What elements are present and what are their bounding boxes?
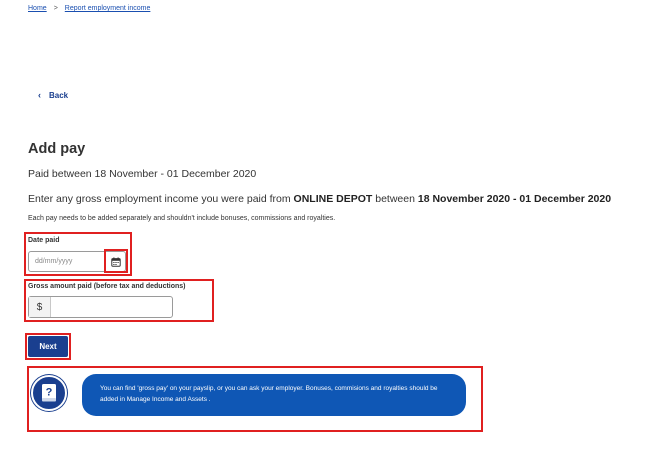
- intro-prefix: Enter any gross employment income you we…: [28, 193, 291, 205]
- breadcrumb-separator: >: [53, 5, 58, 12]
- breadcrumb-report-employment-income-link[interactable]: Report employment income: [65, 5, 151, 12]
- question-book-icon: ?: [42, 384, 56, 402]
- page-title: Add pay: [28, 141, 86, 157]
- gross-amount-field[interactable]: $: [28, 296, 173, 318]
- gross-amount-label: Gross amount paid (before tax and deduct…: [28, 283, 186, 290]
- back-link[interactable]: ‹ Back: [38, 90, 68, 100]
- pay-period: 18 November 2020 - 01 December 2020: [417, 193, 612, 205]
- next-button[interactable]: Next: [28, 336, 68, 357]
- svg-text:?: ?: [46, 387, 53, 399]
- employer-name: ONLINE DEPOT: [293, 193, 373, 205]
- back-label: Back: [49, 90, 69, 100]
- page-subtitle: Paid between 18 November - 01 December 2…: [28, 168, 257, 180]
- date-paid-placeholder: dd/mm/yyyy: [35, 258, 73, 265]
- calendar-button[interactable]: [106, 251, 126, 272]
- currency-prefix: $: [29, 297, 51, 317]
- help-book-icon: ?: [31, 375, 67, 411]
- help-tip-bubble: You can find 'gross pay' on your payslip…: [82, 374, 466, 416]
- breadcrumb-home-link[interactable]: Home: [28, 5, 47, 12]
- pay-note: Each pay needs to be added separately an…: [28, 215, 336, 222]
- calendar-icon: [111, 256, 121, 267]
- intro-mid: between: [375, 193, 415, 205]
- intro-text: Enter any gross employment income you we…: [28, 193, 611, 205]
- chevron-left-icon: ‹: [38, 90, 41, 100]
- breadcrumb: Home > Report employment income: [28, 5, 150, 12]
- help-tip-text: You can find 'gross pay' on your payslip…: [100, 385, 438, 403]
- date-paid-label: Date paid: [28, 237, 60, 244]
